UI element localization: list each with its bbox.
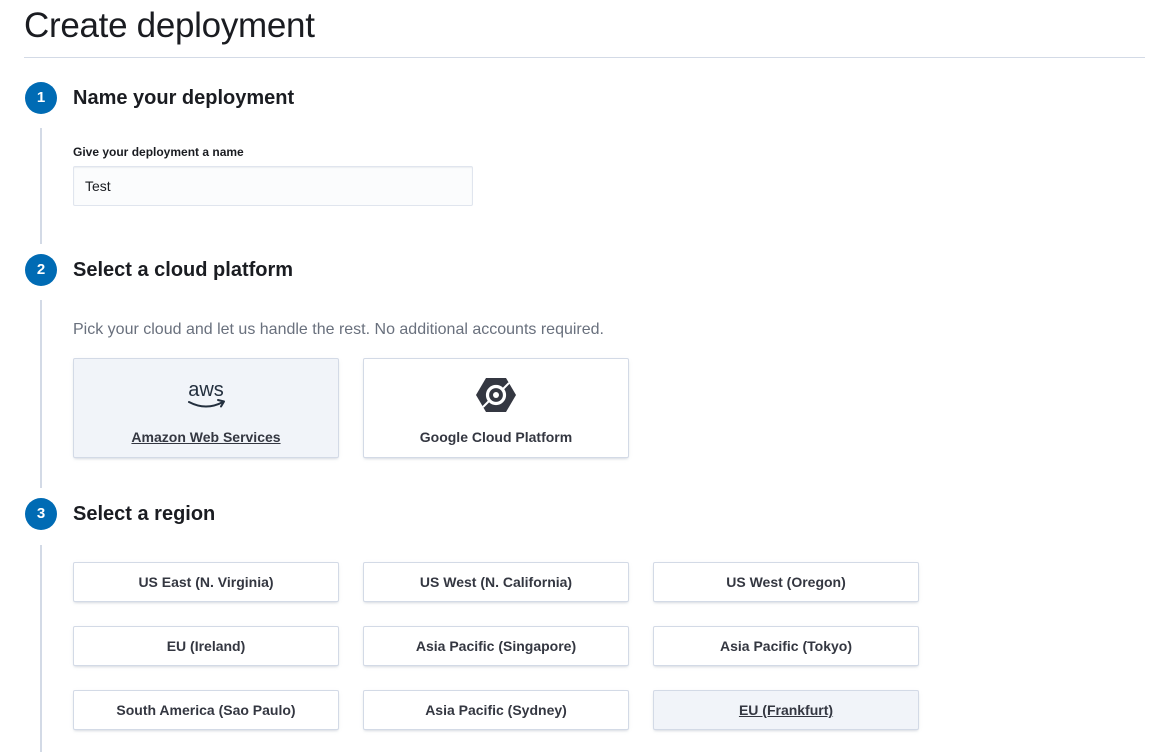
gcp-logo-graphic bbox=[476, 378, 516, 412]
title-divider bbox=[24, 57, 1145, 58]
aws-logo-text: aws bbox=[188, 379, 224, 401]
region-south-america-sao-paulo[interactable]: South America (Sao Paulo) bbox=[73, 690, 339, 730]
aws-logo-graphic: aws bbox=[188, 379, 225, 408]
region-asia-pacific-tokyo[interactable]: Asia Pacific (Tokyo) bbox=[653, 626, 919, 666]
region-us-west-n-california[interactable]: US West (N. California) bbox=[363, 562, 629, 602]
step-3-title: Select a region bbox=[73, 503, 216, 525]
region-eu-frankfurt[interactable]: EU (Frankfurt) bbox=[653, 690, 919, 730]
region-us-east-n-virginia[interactable]: US East (N. Virginia) bbox=[73, 562, 339, 602]
step-2-number: 2 bbox=[25, 254, 57, 286]
page-title: Create deployment bbox=[24, 6, 315, 45]
region-asia-pacific-singapore[interactable]: Asia Pacific (Singapore) bbox=[363, 626, 629, 666]
step-1-title: Name your deployment bbox=[73, 87, 295, 109]
google-cloud-logo-icon bbox=[364, 375, 628, 415]
step-3-connector bbox=[40, 545, 42, 752]
step-2-connector bbox=[40, 300, 42, 488]
step-1-connector bbox=[40, 128, 42, 244]
aws-logo-icon: aws bbox=[74, 375, 338, 415]
region-asia-pacific-sydney[interactable]: Asia Pacific (Sydney) bbox=[363, 690, 629, 730]
deployment-name-input[interactable] bbox=[73, 166, 473, 206]
deployment-name-label: Give your deployment a name bbox=[73, 145, 244, 159]
platform-card-gcp[interactable]: Google Cloud Platform bbox=[363, 358, 629, 458]
step-2-title: Select a cloud platform bbox=[73, 259, 294, 281]
region-us-west-oregon[interactable]: US West (Oregon) bbox=[653, 562, 919, 602]
platform-description: Pick your cloud and let us handle the re… bbox=[73, 321, 604, 338]
create-deployment-page: Create deployment 1 Name your deployment… bbox=[0, 0, 1161, 752]
platform-card-aws[interactable]: aws Amazon Web Services bbox=[73, 358, 339, 458]
platform-label-gcp: Google Cloud Platform bbox=[419, 429, 573, 445]
platform-label-aws: Amazon Web Services bbox=[131, 429, 281, 445]
step-3-number: 3 bbox=[25, 498, 57, 530]
step-1-number: 1 bbox=[25, 82, 57, 114]
region-eu-ireland[interactable]: EU (Ireland) bbox=[73, 626, 339, 666]
